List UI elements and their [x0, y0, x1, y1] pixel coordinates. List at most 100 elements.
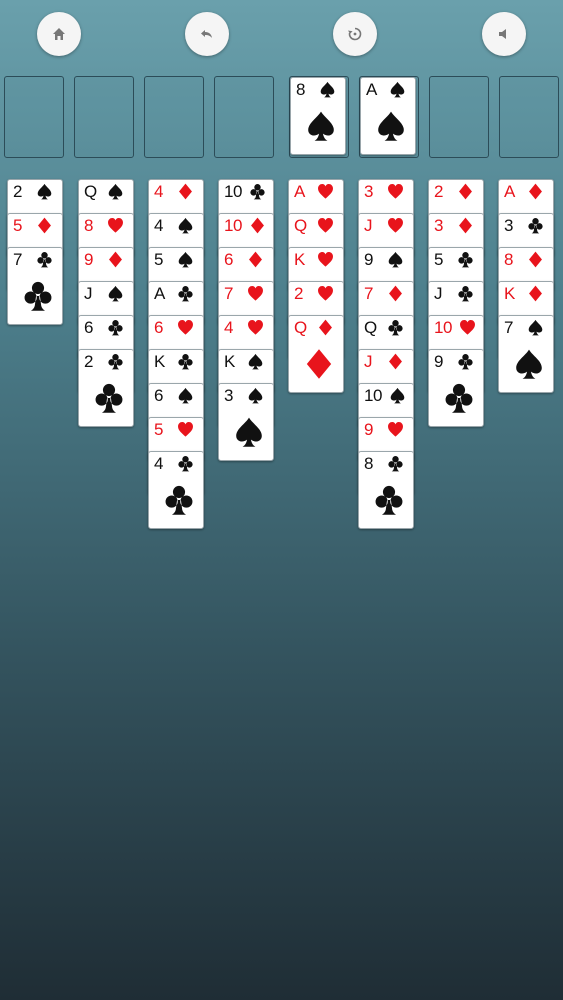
club-suit-icon [388, 456, 403, 472]
club-suit-icon [37, 252, 52, 268]
club-suit-icon [458, 354, 473, 370]
home-icon [53, 28, 65, 40]
card-rank: 8 [296, 80, 305, 99]
card-rank: 8 [84, 216, 93, 235]
card-rank: 2 [434, 182, 443, 201]
card-rank: A [366, 80, 377, 99]
spade-suit-icon [528, 319, 543, 336]
spade-suit-icon [516, 349, 542, 379]
heart-suit-icon [108, 218, 123, 233]
club-suit-icon [178, 456, 193, 472]
diamond-suit-icon [249, 251, 262, 268]
card-rank: 7 [504, 318, 513, 337]
card-rank: 10 [364, 386, 382, 405]
spade-suit-icon [108, 285, 123, 302]
card-rank: J [364, 216, 373, 235]
playing-card[interactable]: 2 [78, 349, 134, 427]
card-rank: 8 [504, 250, 513, 269]
card-rank: J [434, 284, 443, 303]
spade-suit-icon [178, 251, 193, 268]
spade-suit-icon [248, 387, 263, 404]
club-suit-icon [178, 354, 193, 370]
card-rank: 3 [504, 216, 513, 235]
card-rank: 6 [84, 318, 93, 337]
spade-suit-icon [390, 81, 405, 98]
playing-card[interactable]: 8 [290, 77, 346, 155]
diamond-suit-icon [529, 183, 542, 200]
card-rank: 3 [434, 216, 443, 235]
heart-suit-icon [460, 320, 475, 335]
diamond-suit-icon [38, 217, 51, 234]
diamond-suit-icon [251, 217, 264, 234]
diamond-suit-icon [306, 349, 332, 379]
club-suit-icon [108, 320, 123, 336]
club-suit-icon [95, 383, 123, 413]
diamond-suit-icon [109, 251, 122, 268]
spade-suit-icon [37, 183, 52, 200]
spade-suit-icon [378, 111, 404, 141]
playing-card[interactable]: 7 [7, 247, 63, 325]
club-suit-icon [108, 354, 123, 370]
playing-card[interactable]: Q [288, 315, 344, 393]
undo-button[interactable] [185, 12, 229, 56]
free-cell[interactable] [74, 76, 134, 158]
heart-suit-icon [318, 218, 333, 233]
card-rank: 6 [224, 250, 233, 269]
card-rank: 4 [154, 182, 163, 201]
diamond-suit-icon [389, 353, 402, 370]
playing-card[interactable]: 3 [218, 383, 274, 461]
card-rank: 7 [364, 284, 373, 303]
diamond-suit-icon [179, 183, 192, 200]
heart-suit-icon [318, 184, 333, 199]
playing-card[interactable]: A [360, 77, 416, 155]
spade-suit-icon [178, 387, 193, 404]
speaker-icon [499, 29, 506, 39]
card-rank: Q [294, 318, 307, 337]
card-rank: 3 [224, 386, 233, 405]
spade-suit-icon [320, 81, 335, 98]
card-rank: 8 [364, 454, 373, 473]
club-suit-icon [375, 485, 403, 515]
card-rank: 5 [154, 420, 163, 439]
free-cell[interactable] [144, 76, 204, 158]
card-rank: Q [294, 216, 307, 235]
card-rank: K [224, 352, 235, 371]
playing-card[interactable]: 8 [358, 451, 414, 529]
heart-suit-icon [388, 218, 403, 233]
club-suit-icon [458, 286, 473, 302]
club-suit-icon [445, 383, 473, 413]
card-rank: A [294, 182, 305, 201]
spade-suit-icon [388, 251, 403, 268]
card-rank: 6 [154, 386, 163, 405]
restart-button[interactable] [333, 12, 377, 56]
foundation-pile[interactable] [429, 76, 489, 158]
undo-icon [201, 30, 212, 38]
card-rank: Q [364, 318, 377, 337]
heart-suit-icon [318, 286, 333, 301]
card-rank: 7 [224, 284, 233, 303]
sound-button[interactable] [482, 12, 526, 56]
playing-card[interactable]: 9 [428, 349, 484, 427]
diamond-suit-icon [389, 285, 402, 302]
card-rank: 10 [434, 318, 452, 337]
diamond-suit-icon [529, 285, 542, 302]
card-rank: 9 [364, 420, 373, 439]
card-rank: 4 [154, 454, 163, 473]
heart-suit-icon [248, 320, 263, 335]
card-rank: 2 [294, 284, 303, 303]
card-rank: 2 [13, 182, 22, 201]
playing-card[interactable]: 4 [148, 451, 204, 529]
playing-card[interactable]: 7 [498, 315, 554, 393]
spade-suit-icon [236, 417, 262, 447]
club-suit-icon [388, 320, 403, 336]
free-cell[interactable] [4, 76, 64, 158]
home-button[interactable] [37, 12, 81, 56]
restart-icon [348, 27, 362, 41]
card-rank: 5 [154, 250, 163, 269]
foundation-pile[interactable] [499, 76, 559, 158]
card-rank: K [504, 284, 515, 303]
club-suit-icon [178, 286, 193, 302]
spade-suit-icon [248, 353, 263, 370]
card-rank: K [154, 352, 165, 371]
free-cell[interactable] [214, 76, 274, 158]
